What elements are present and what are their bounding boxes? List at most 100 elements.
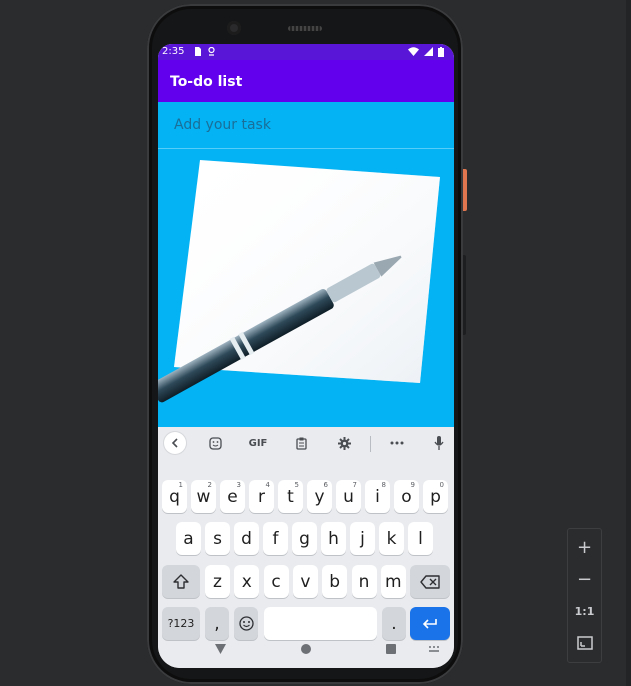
device-screen: 2:35 To-do list Add your task GIF ?123 ,… <box>158 44 454 668</box>
key-label: u <box>343 486 354 507</box>
key-j[interactable]: j <box>350 522 375 555</box>
key-label: p <box>430 486 441 507</box>
key-number-hint: 9 <box>410 481 415 489</box>
main-content <box>158 102 454 427</box>
key-h[interactable]: h <box>321 522 346 555</box>
key-label: r <box>258 486 265 507</box>
shift-key[interactable] <box>162 565 200 598</box>
zoom-in-button[interactable]: + <box>568 531 601 563</box>
key-label: d <box>241 528 252 549</box>
key-y[interactable]: y6 <box>307 480 332 513</box>
fit-screen-icon[interactable] <box>568 627 601 659</box>
back-triangle-icon[interactable] <box>215 644 226 654</box>
key-n[interactable]: n <box>351 565 377 598</box>
key-number-hint: 2 <box>207 481 212 489</box>
key-w[interactable]: w2 <box>191 480 216 513</box>
key-c[interactable]: c <box>263 565 289 598</box>
key-r[interactable]: r4 <box>249 480 274 513</box>
key-label: b <box>329 571 341 592</box>
key-o[interactable]: o9 <box>394 480 419 513</box>
key-label: n <box>358 571 370 592</box>
more-icon[interactable] <box>387 434 407 452</box>
key-f[interactable]: f <box>263 522 288 555</box>
wifi-icon <box>408 47 419 56</box>
battery-icon <box>438 47 444 57</box>
key-label: e <box>227 486 238 507</box>
key-e[interactable]: e3 <box>220 480 245 513</box>
system-nav-bar <box>158 632 454 668</box>
status-bar: 2:35 <box>158 44 454 60</box>
key-number-hint: 0 <box>439 481 444 489</box>
key-label: s <box>213 528 222 549</box>
key-label: x <box>241 571 252 592</box>
paper-and-pen-illustration <box>158 149 454 427</box>
key-a[interactable]: a <box>176 522 201 555</box>
power-button[interactable] <box>463 169 467 211</box>
status-time: 2:35 <box>162 46 185 57</box>
key-k[interactable]: k <box>379 522 404 555</box>
keyboard-toolbar: GIF <box>158 427 454 461</box>
emoji-icon <box>238 616 254 631</box>
key-number-hint: 5 <box>294 481 299 489</box>
key-number-hint: 3 <box>236 481 241 489</box>
key-t[interactable]: t5 <box>278 480 303 513</box>
clipboard-icon[interactable] <box>292 434 310 452</box>
key-u[interactable]: u7 <box>336 480 361 513</box>
key-d[interactable]: d <box>234 522 259 555</box>
app-title: To-do list <box>170 74 243 90</box>
key-g[interactable]: g <box>292 522 317 555</box>
key-v[interactable]: v <box>292 565 318 598</box>
key-label: i <box>375 486 380 507</box>
task-input[interactable] <box>158 102 454 149</box>
storage-icon <box>208 47 215 56</box>
key-label: f <box>272 528 279 549</box>
actual-size-button[interactable]: 1:1 <box>568 595 601 627</box>
camera-icon <box>227 21 241 35</box>
toolbar-divider <box>370 436 371 452</box>
app-bar: To-do list <box>158 60 454 102</box>
key-label: g <box>299 528 310 549</box>
soft-keyboard: GIF ?123 , . q 1 w 2 e 3 r 4 t 5 y 6 u 7… <box>158 427 454 668</box>
key-number-hint: 6 <box>323 481 328 489</box>
key-q[interactable]: q1 <box>162 480 187 513</box>
key-z[interactable]: z <box>205 565 230 598</box>
key-number-hint: 8 <box>381 481 386 489</box>
back-icon[interactable] <box>164 432 186 454</box>
mic-icon[interactable] <box>431 434 447 452</box>
key-label: y <box>314 486 325 507</box>
key-label: a <box>183 528 194 549</box>
key-label: o <box>401 486 412 507</box>
speaker-grille <box>288 26 322 31</box>
key-b[interactable]: b <box>322 565 348 598</box>
key-label: c <box>271 571 281 592</box>
recents-square-icon[interactable] <box>386 644 396 654</box>
key-x[interactable]: x <box>234 565 260 598</box>
key-l[interactable]: l <box>408 522 433 555</box>
key-label: q <box>169 486 180 507</box>
signal-icon <box>424 47 433 56</box>
home-circle-icon[interactable] <box>301 644 311 654</box>
backspace-key[interactable] <box>410 565 450 598</box>
key-m[interactable]: m <box>380 565 406 598</box>
key-label: w <box>196 486 211 507</box>
key-number-hint: 4 <box>265 481 270 489</box>
zoom-out-button[interactable]: − <box>568 563 601 595</box>
key-label: h <box>328 528 339 549</box>
volume-button[interactable] <box>463 255 466 335</box>
settings-icon[interactable] <box>335 434 353 452</box>
key-label: v <box>300 571 311 592</box>
key-i[interactable]: i8 <box>365 480 390 513</box>
gif-button[interactable]: GIF <box>246 434 270 452</box>
key-label: z <box>213 571 222 592</box>
key-label: k <box>386 528 397 549</box>
sticker-icon[interactable] <box>206 434 224 452</box>
emulator-scroll-strip <box>626 0 631 686</box>
sim-icon <box>195 47 201 56</box>
keyboard-switch-icon[interactable] <box>429 646 439 652</box>
key-number-hint: 1 <box>178 481 183 489</box>
key-label: l <box>418 528 423 549</box>
key-s[interactable]: s <box>205 522 230 555</box>
key-label: t <box>287 486 294 507</box>
key-p[interactable]: p0 <box>423 480 448 513</box>
emulator-zoom-controls: + − 1:1 <box>567 528 602 663</box>
